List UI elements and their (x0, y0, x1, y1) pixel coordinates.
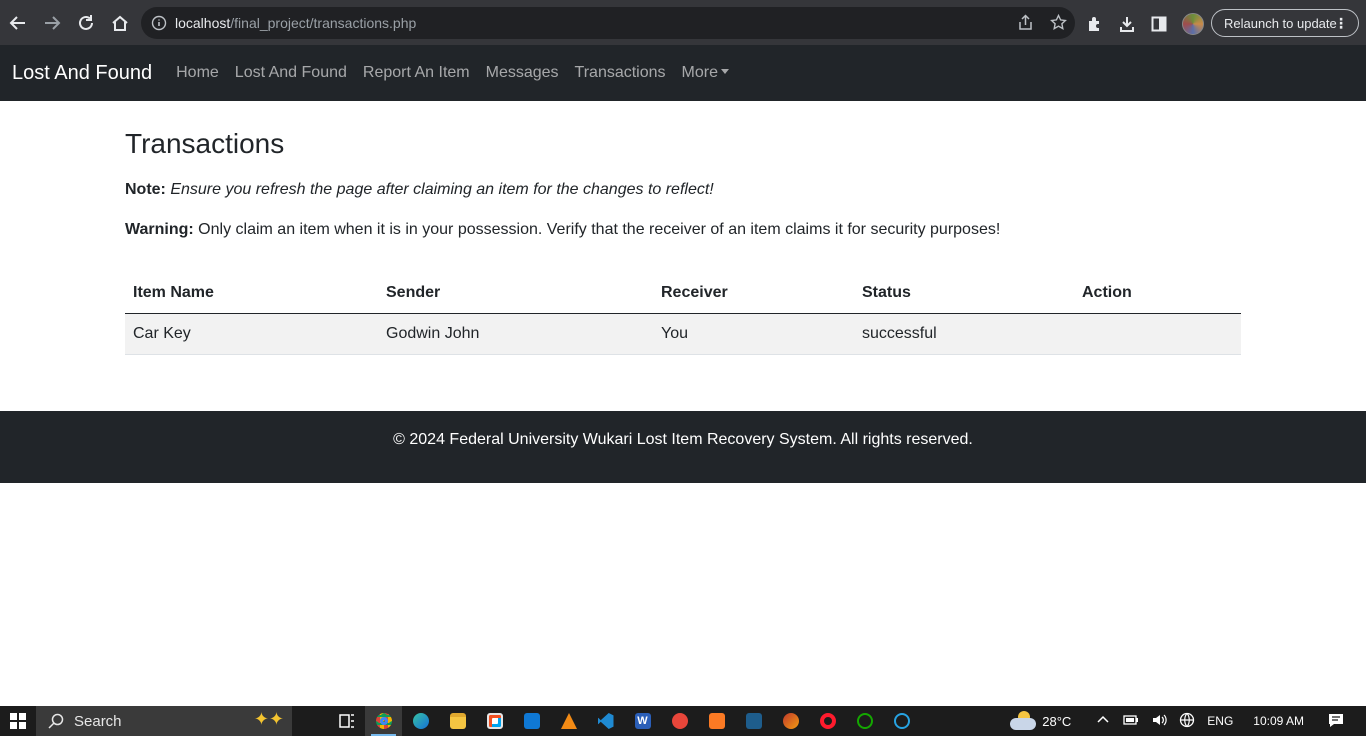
windows-start-icon[interactable] (0, 706, 36, 736)
header-sender: Sender (378, 274, 653, 314)
header-action: Action (1074, 274, 1241, 314)
nav-more-label: More (681, 64, 718, 81)
os-taskbar: Search ✦✦ W 28°C ENG 10:09 AM (0, 706, 1366, 736)
bookmark-star-icon[interactable] (1050, 14, 1067, 31)
cell-item-name: Car Key (125, 313, 378, 355)
relaunch-button[interactable]: Relaunch to update ⋮ (1211, 9, 1359, 37)
nav-links: Home Lost And Found Report An Item Messa… (168, 64, 737, 82)
search-placeholder: Search (74, 712, 122, 730)
extensions-icon[interactable] (1086, 15, 1104, 33)
cell-receiver: You (653, 313, 854, 355)
cell-status: successful (854, 313, 1074, 355)
forward-icon[interactable] (36, 7, 68, 39)
note-label: Note: (125, 181, 166, 198)
warning-paragraph: Warning: Only claim an item when it is i… (125, 218, 1241, 242)
wps-icon[interactable] (661, 706, 698, 736)
cell-sender: Godwin John (378, 313, 653, 355)
nav-messages[interactable]: Messages (478, 64, 567, 82)
c-app-icon[interactable] (883, 706, 920, 736)
search-icon (48, 713, 64, 729)
file-explorer-icon[interactable] (439, 706, 476, 736)
menu-dots-icon[interactable]: ⋮ (1334, 14, 1348, 32)
taskbar-search[interactable]: Search ✦✦ (36, 706, 292, 736)
word-icon[interactable]: W (624, 706, 661, 736)
vlc-icon[interactable] (550, 706, 587, 736)
copilot-sparkle-icon: ✦✦ (253, 709, 284, 729)
warning-text: Only claim an item when it is in your po… (193, 221, 1001, 238)
nav-report-item[interactable]: Report An Item (355, 64, 478, 82)
brand-logo[interactable]: Lost And Found (12, 62, 152, 85)
warning-label: Warning: (125, 221, 194, 238)
notifications-icon[interactable] (1328, 712, 1344, 731)
chrome-icon[interactable] (365, 706, 402, 736)
clock-time[interactable]: 10:09 AM (1253, 714, 1304, 728)
site-navbar: Lost And Found Home Lost And Found Repor… (0, 45, 1366, 101)
back-icon[interactable] (2, 7, 34, 39)
table-row: Car Key Godwin John You successful (125, 313, 1241, 355)
nav-lost-and-found[interactable]: Lost And Found (227, 64, 355, 82)
side-panel-icon[interactable] (1150, 15, 1168, 33)
nav-transactions[interactable]: Transactions (567, 64, 674, 82)
profile-avatar[interactable] (1182, 13, 1204, 35)
download-icon[interactable] (1118, 15, 1136, 33)
brave-icon[interactable] (772, 706, 809, 736)
mysql-workbench-icon[interactable] (735, 706, 772, 736)
transactions-table: Item Name Sender Receiver Status Action … (125, 274, 1241, 355)
note-paragraph: Note: Ensure you refresh the page after … (125, 178, 1241, 202)
footer-copyright: © 2024 Federal University Wukari Lost It… (393, 431, 973, 448)
address-bar[interactable]: localhost/final_project/transactions.php (141, 7, 1075, 39)
site-footer: © 2024 Federal University Wukari Lost It… (0, 411, 1366, 483)
opera-icon[interactable] (809, 706, 846, 736)
header-status: Status (854, 274, 1074, 314)
mail-icon[interactable] (513, 706, 550, 736)
battery-icon[interactable] (1123, 712, 1139, 731)
table-header-row: Item Name Sender Receiver Status Action (125, 274, 1241, 314)
vscode-icon[interactable] (587, 706, 624, 736)
taskbar-apps: W (328, 706, 920, 736)
language-indicator[interactable]: ENG (1207, 714, 1233, 728)
weather-temperature[interactable]: 28°C (1042, 714, 1071, 729)
note-text: Ensure you refresh the page after claimi… (165, 181, 714, 198)
reload-icon[interactable] (70, 7, 102, 39)
globe-icon[interactable] (1179, 712, 1195, 731)
xampp-icon[interactable] (698, 706, 735, 736)
weather-cloud-icon[interactable] (1010, 711, 1037, 731)
share-icon[interactable] (1017, 14, 1034, 31)
main-content: Transactions Note: Ensure you refresh th… (125, 101, 1241, 355)
chevron-up-icon[interactable] (1095, 712, 1111, 731)
upwork-icon[interactable] (846, 706, 883, 736)
url-text: localhost/final_project/transactions.php (175, 15, 417, 31)
browser-toolbar: localhost/final_project/transactions.php… (0, 0, 1366, 45)
header-receiver: Receiver (653, 274, 854, 314)
task-view-icon[interactable] (328, 706, 365, 736)
volume-icon[interactable] (1151, 712, 1167, 731)
caret-down-icon (720, 69, 729, 74)
header-item-name: Item Name (125, 274, 378, 314)
nav-home[interactable]: Home (168, 64, 227, 82)
page-title: Transactions (125, 128, 285, 159)
cell-action (1074, 313, 1241, 355)
store-icon[interactable] (476, 706, 513, 736)
home-icon[interactable] (104, 7, 136, 39)
nav-more-dropdown[interactable]: More (674, 64, 737, 82)
edge-icon[interactable] (402, 706, 439, 736)
site-info-icon[interactable] (151, 15, 167, 31)
system-tray: 28°C ENG 10:09 AM (1010, 706, 1366, 736)
